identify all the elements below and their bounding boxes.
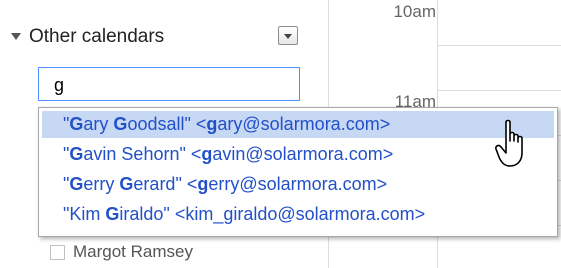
hand-pointer-icon [495, 119, 523, 167]
autocomplete-dropdown: "Gary Goodsall" <gary@solarmora.com> "Ga… [38, 107, 558, 237]
calendar-name: Margot Ramsey [73, 242, 193, 261]
calendar-list-item[interactable]: Margot Ramsey [50, 242, 310, 264]
suggestion-item[interactable]: "Gavin Sehorn" <gavin@solarmora.com> [42, 141, 554, 168]
dropdown-arrow-icon [284, 34, 292, 39]
calendar-checkbox[interactable] [50, 245, 65, 260]
other-calendars-header[interactable]: Other calendars [0, 22, 325, 50]
calendar-options-button[interactable] [278, 26, 298, 45]
collapse-triangle-icon[interactable] [11, 33, 21, 40]
suggestion-item[interactable]: "Gary Goodsall" <gary@solarmora.com> [42, 111, 554, 138]
half-hour-divider [437, 45, 561, 46]
add-calendar-search-input[interactable] [38, 67, 300, 101]
section-title[interactable]: Other calendars [29, 26, 164, 48]
hour-divider [437, 90, 561, 91]
suggestion-item[interactable]: "Kim Giraldo" <kim_giraldo@solarmora.com… [42, 201, 554, 228]
suggestion-item[interactable]: "Gerry Gerard" <gerry@solarmora.com> [42, 171, 554, 198]
hour-label-10am: 10am [393, 2, 436, 21]
